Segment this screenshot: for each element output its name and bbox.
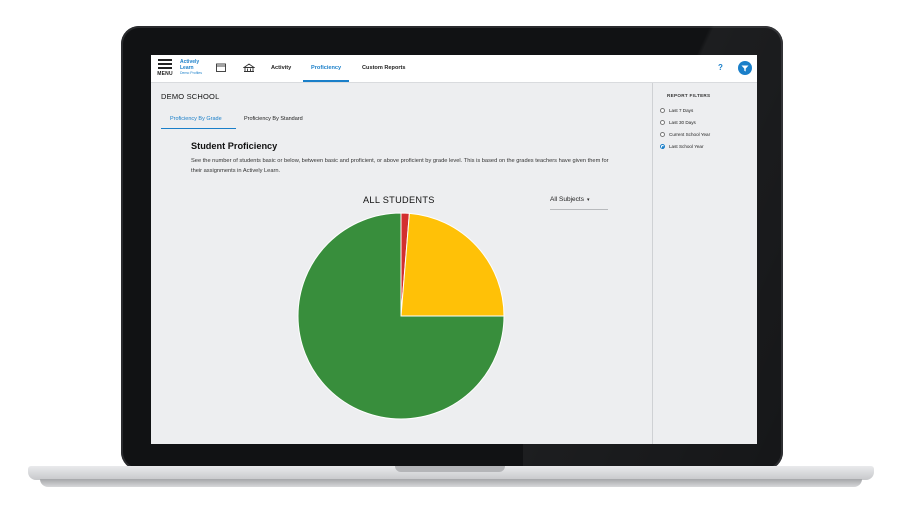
filter-option-last-30-days[interactable]: Last 30 Days <box>660 120 696 126</box>
calendar-icon[interactable] <box>216 63 226 72</box>
report-filters-title: REPORT FILTERS <box>667 93 711 98</box>
menu-label: MENU <box>157 71 173 77</box>
top-nav-bar: MENU Actively Learn Demo Profiles Activi… <box>151 55 757 83</box>
caret-down-icon: ▾ <box>586 197 590 203</box>
filter-option-label: Current School Year <box>669 132 711 137</box>
logo-subtitle: Demo Profiles <box>180 71 202 75</box>
school-building-icon[interactable] <box>243 63 255 72</box>
app-screen: MENU Actively Learn Demo Profiles Activi… <box>151 55 757 444</box>
radio-unchecked-icon <box>660 108 665 114</box>
app-logo[interactable]: Actively Learn Demo Profiles <box>180 59 202 77</box>
chart-title: ALL STUDENTS <box>363 195 435 205</box>
filter-option-label: Last School Year <box>669 144 704 149</box>
filter-option-label: Last 7 Days <box>669 108 694 113</box>
menu-button[interactable]: MENU <box>157 59 173 77</box>
school-name: DEMO SCHOOL <box>161 92 220 101</box>
radio-unchecked-icon <box>660 132 665 138</box>
hamburger-icon <box>157 59 173 69</box>
filter-option-last-7-days[interactable]: Last 7 Days <box>660 108 694 114</box>
nav-activity[interactable]: Activity <box>271 55 291 82</box>
filter-button[interactable] <box>738 61 752 75</box>
help-icon[interactable]: ? <box>718 63 723 72</box>
subject-dropdown[interactable]: All Subjects ▾ <box>550 196 608 210</box>
nav-proficiency[interactable]: Proficiency <box>303 55 350 82</box>
filter-option-current-school-year[interactable]: Current School Year <box>660 132 711 138</box>
filter-icon <box>741 65 749 71</box>
report-filters-panel: REPORT FILTERS Last 7 Days Last 30 Days … <box>652 83 757 444</box>
active-tab-indicator <box>161 128 236 129</box>
proficiency-pie-chart <box>297 212 505 420</box>
filter-option-last-school-year[interactable]: Last School Year <box>660 144 704 150</box>
laptop-notch <box>395 466 505 472</box>
tab-proficiency-by-grade[interactable]: Proficiency By Grade <box>170 116 222 122</box>
section-title: Student Proficiency <box>191 141 278 151</box>
section-description: See the number of students basic or belo… <box>191 158 609 174</box>
radio-unchecked-icon <box>660 120 665 126</box>
filter-option-label: Last 30 Days <box>669 120 696 125</box>
subject-dropdown-value: All Subjects <box>550 196 584 203</box>
tab-proficiency-by-standard[interactable]: Proficiency By Standard <box>244 116 303 122</box>
nav-custom-reports[interactable]: Custom Reports <box>362 55 406 82</box>
radio-checked-icon <box>660 144 665 150</box>
laptop-base-edge <box>40 479 862 487</box>
pie-slice-1[interactable] <box>400 212 505 317</box>
